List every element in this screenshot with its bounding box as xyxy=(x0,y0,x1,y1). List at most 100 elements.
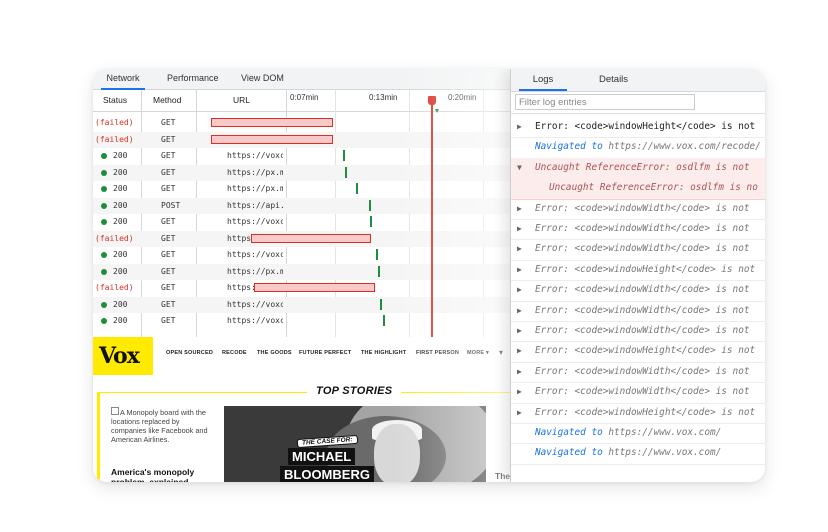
nav-future-perfect[interactable]: FUTURE PERFECT xyxy=(299,350,351,356)
log-entry-text: Error: <code>windowWidth</code> is not xyxy=(535,386,750,398)
network-row[interactable]: 200 GET https://voxcustomer xyxy=(93,296,511,313)
log-entry-text: Error: <code>windowWidth</code> is not xyxy=(535,223,750,234)
network-row[interactable]: 200 GET https://voxcustomer xyxy=(93,247,511,264)
collapsed-triangle-icon[interactable]: ▶ xyxy=(517,382,527,402)
tab-performance[interactable]: Performance xyxy=(167,69,219,88)
network-row[interactable]: 200 GET https://px.moatads xyxy=(93,181,511,198)
filter-log-input[interactable]: Filter log entries xyxy=(515,94,695,110)
log-entry[interactable]: ▶ Error: <code>windowWidth</code> is not xyxy=(511,321,765,343)
network-row[interactable]: 200 GET https://voxcustomer xyxy=(93,214,511,231)
nav-first-person[interactable]: FIRST PERSON xyxy=(416,350,459,356)
log-entry[interactable]: ▶ Error: <code>windowWidth</code> is not xyxy=(511,362,765,384)
log-entry[interactable]: Uncaught ReferenceError: osdlfm is no xyxy=(511,178,765,200)
network-row[interactable]: 200 GET https://voxcustomer xyxy=(93,313,511,330)
row-method: GET xyxy=(161,134,176,144)
column-url[interactable]: URL xyxy=(233,90,250,111)
log-entry[interactable]: ▶ Error: <code>windowHeight</code> is not xyxy=(511,403,765,424)
log-entry[interactable]: ▶ Error: <code>windowWidth</code> is not xyxy=(511,219,765,241)
tab-details[interactable]: Details xyxy=(599,69,628,89)
story-headline[interactable]: America's monopoly problem, explained xyxy=(111,467,221,482)
network-panel: Network Performance View DOM Status Meth… xyxy=(93,69,511,337)
row-method: GET xyxy=(161,283,176,292)
collapsed-triangle-icon[interactable]: ▶ xyxy=(517,239,527,259)
side-story-text[interactable]: The xyxy=(495,471,510,481)
twitter-icon[interactable]: ▾ xyxy=(499,348,503,357)
waterfall-bar-ok xyxy=(378,265,380,277)
log-entry[interactable]: ▶ Error: <code>windowHeight</code> is not xyxy=(511,341,765,363)
network-row[interactable]: 200 GET https://px.moatads xyxy=(93,164,511,181)
navigated-label: Navigated to xyxy=(535,427,603,438)
network-row[interactable]: 200 GET https://voxcustomer xyxy=(93,148,511,165)
filter-divider xyxy=(511,113,765,114)
log-entry[interactable]: ▼ Uncaught ReferenceError: osdlfm is not xyxy=(511,157,765,180)
column-status[interactable]: Status xyxy=(103,90,127,111)
log-entry-text: Error: <code>windowWidth</code> is not xyxy=(535,243,750,255)
broken-image-alt[interactable]: A Monopoly board with the locations repl… xyxy=(111,407,211,444)
network-row[interactable]: (failed)GEThttps://cdn.vox-cdn.com xyxy=(93,230,511,247)
vox-logo[interactable]: Vox xyxy=(93,337,153,375)
nav-the-highlight[interactable]: THE HIGHLIGHT xyxy=(361,350,406,356)
log-entry-text: Error: <code>windowHeight</code> is not xyxy=(535,406,756,418)
tab-logs[interactable]: Logs xyxy=(519,69,567,91)
row-method: GET xyxy=(161,299,176,309)
log-entry[interactable]: ▶ Error: <code>windowHeight</code> is not xyxy=(511,117,765,139)
expanded-triangle-icon[interactable]: ▼ xyxy=(517,158,527,178)
column-method[interactable]: Method xyxy=(153,90,181,111)
row-status: 200 xyxy=(113,200,128,210)
tab-view-dom[interactable]: View DOM xyxy=(241,69,284,88)
collapsed-triangle-icon[interactable]: ▶ xyxy=(517,301,527,321)
navigated-label: Navigated to xyxy=(535,141,603,153)
row-method: GET xyxy=(161,316,176,325)
row-method: GET xyxy=(161,217,176,226)
row-url: https://voxcustomer xyxy=(227,250,283,259)
row-status: 200 xyxy=(113,250,128,259)
collapsed-triangle-icon[interactable]: ▶ xyxy=(517,321,527,341)
log-entry[interactable]: Navigated to https://www.vox.com/ xyxy=(511,423,765,445)
waterfall-bar-failed xyxy=(254,283,375,292)
log-entry[interactable]: ▶ Error: <code>windowWidth</code> is not xyxy=(511,199,765,220)
collapsed-triangle-icon[interactable]: ▶ xyxy=(517,362,527,382)
collapsed-triangle-icon[interactable]: ▶ xyxy=(517,117,527,137)
network-row[interactable]: 200 POST https://api.permutive xyxy=(93,197,511,214)
timeline-tick: 0:20min xyxy=(448,93,477,102)
collapsed-triangle-icon[interactable]: ▶ xyxy=(517,341,527,361)
network-row[interactable]: (failed)GEThttps://cdn.vox-cdn.com xyxy=(93,115,511,132)
waterfall-bar-failed xyxy=(211,134,333,144)
waterfall-bar-ok xyxy=(370,216,372,227)
log-entry[interactable]: ▶ Error: <code>windowWidth</code> is not xyxy=(511,301,765,322)
log-entry[interactable]: ▶ Error: <code>windowWidth</code> is not xyxy=(511,382,765,404)
log-entry[interactable]: ▶ Error: <code>windowWidth</code> is not xyxy=(511,280,765,302)
network-row[interactable]: (failed)GEThttps://cdn.vox-cdn.com xyxy=(93,280,511,297)
row-status: 200 xyxy=(113,167,128,177)
nav-open-sourced[interactable]: OPEN SOURCED xyxy=(166,350,213,356)
log-entry-text: Error: <code>windowHeight</code> is not xyxy=(535,263,756,275)
row-status: (failed) xyxy=(95,283,134,292)
row-status: 200 xyxy=(113,266,128,276)
nav-recode[interactable]: RECODE xyxy=(222,350,247,356)
collapsed-triangle-icon[interactable]: ▶ xyxy=(517,199,527,219)
collapsed-triangle-icon[interactable]: ▶ xyxy=(517,260,527,280)
timeline-tick: 0:07min xyxy=(290,93,319,102)
nav-the-goods[interactable]: THE GOODS xyxy=(257,350,292,356)
feature-image[interactable]: THE CASE FOR: MICHAEL BLOOMBERG xyxy=(224,406,486,482)
log-entry-text: Error: <code>windowWidth</code> is not xyxy=(535,202,750,214)
nav-more[interactable]: MORE ▾ xyxy=(467,350,489,356)
log-entry[interactable]: Navigated to https://www.vox.com/ xyxy=(511,443,765,465)
timeline-cursor-handle[interactable] xyxy=(428,96,436,105)
waterfall-bar-ok xyxy=(376,249,378,260)
tab-network[interactable]: Network xyxy=(101,69,145,90)
row-url: https://px.moatads xyxy=(227,184,283,193)
log-entry-text: Error: <code>windowWidth</code> is not xyxy=(535,325,750,336)
network-row[interactable]: 200 GET https://px.moatads xyxy=(93,263,511,280)
log-entry[interactable]: Navigated to https://www.vox.com/recode/ xyxy=(511,137,765,159)
log-entry[interactable]: ▶ Error: <code>windowWidth</code> is not xyxy=(511,239,765,261)
log-entry[interactable]: ▶ Error: <code>windowHeight</code> is not xyxy=(511,260,765,282)
waterfall-bar-failed xyxy=(211,118,333,127)
collapsed-triangle-icon[interactable]: ▶ xyxy=(517,219,527,239)
collapsed-triangle-icon[interactable]: ▶ xyxy=(517,403,527,423)
row-url: https://api.permutive xyxy=(227,200,283,210)
waterfall-bar-ok xyxy=(345,166,347,178)
log-entry-text: Uncaught ReferenceError: osdlfm is no xyxy=(549,182,758,194)
network-row[interactable]: (failed)GEThttps://cdn.vox-cdn.com xyxy=(93,131,511,148)
collapsed-triangle-icon[interactable]: ▶ xyxy=(517,280,527,300)
